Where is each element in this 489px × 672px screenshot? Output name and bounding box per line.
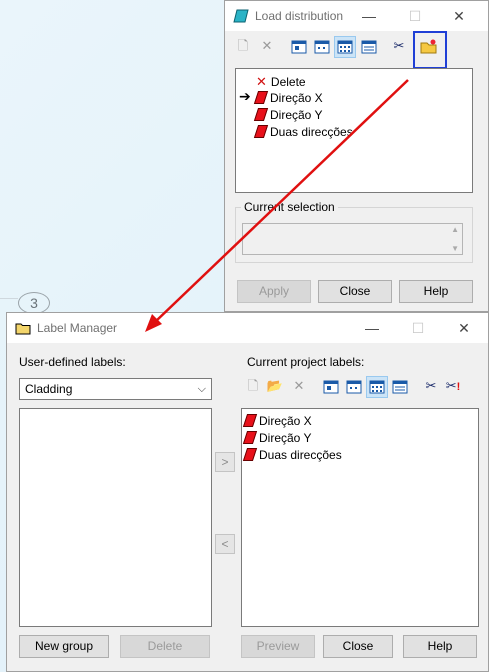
list-item-direcao-x[interactable]: Direção X — [242, 413, 312, 430]
project-labels-list[interactable]: Direção X Direção Y Duas direcções — [241, 408, 479, 627]
list-item-delete[interactable]: ✕ Delete — [256, 73, 306, 90]
user-labels-list[interactable] — [19, 408, 212, 627]
current-project-labels-heading: Current project labels: — [247, 355, 365, 369]
maximize-button[interactable]: ☐ — [395, 313, 441, 343]
cut-icon[interactable]: ✂ — [421, 376, 441, 396]
background-line — [0, 298, 18, 299]
new-doc-icon[interactable]: 🗋 — [233, 36, 253, 56]
list-item-label: Direção Y — [270, 108, 323, 122]
close-button[interactable]: Close — [323, 635, 393, 658]
group-select[interactable]: Cladding ⌵ — [19, 378, 212, 400]
cut-icon[interactable]: ✂ — [389, 36, 409, 56]
eraser-icon — [233, 9, 249, 23]
highlight-box — [413, 31, 447, 69]
cut-special-icon[interactable]: ✂! — [443, 376, 463, 396]
delete-button[interactable]: Delete — [120, 635, 210, 658]
window-title: Load distribution — [255, 9, 344, 23]
title-bar: Label Manager — ☐ ✕ — [7, 313, 488, 343]
red-tag-icon — [242, 431, 258, 444]
move-right-button[interactable]: > — [215, 452, 235, 472]
minimize-button[interactable]: — — [346, 1, 392, 31]
red-tag-icon — [242, 448, 258, 461]
load-distribution-window: Load distribution — ☐ ✕ 🗋 ✕ ✂ ✕ Delete ➔ … — [224, 0, 489, 312]
view-grid-icon — [337, 40, 353, 54]
close-window-button[interactable]: ✕ — [441, 313, 487, 343]
red-tag-icon — [253, 108, 269, 121]
current-selection-label: Current selection — [241, 200, 338, 214]
minimize-button[interactable]: — — [349, 313, 395, 343]
list-item-label: Direção X — [270, 91, 323, 105]
red-x-icon: ✕ — [256, 74, 267, 89]
folder-icon — [15, 323, 31, 335]
red-tag-icon — [242, 414, 258, 427]
list-item-label: Direção Y — [259, 431, 312, 445]
list-item-duas-direccoes[interactable]: Duas direcções — [253, 124, 353, 141]
red-tag-icon — [253, 125, 269, 138]
delete-x-icon[interactable]: ✕ — [289, 376, 309, 396]
move-left-button[interactable]: < — [215, 534, 235, 554]
list-item-duas-direccoes[interactable]: Duas direcções — [242, 447, 342, 464]
list-item-label: Duas direcções — [270, 125, 353, 139]
current-selection-field[interactable]: ▲ ▼ — [242, 223, 463, 255]
scroll-down-icon[interactable]: ▼ — [451, 244, 459, 253]
label-manager-window: Label Manager — ☐ ✕ User-defined labels:… — [6, 312, 489, 672]
list-item-direcao-x[interactable]: Direção X — [253, 90, 323, 107]
new-doc-icon[interactable]: 🗋 — [243, 376, 263, 396]
view-grid-button[interactable] — [334, 36, 356, 58]
background-marker: 3 — [18, 292, 50, 314]
apply-button[interactable]: Apply — [237, 280, 311, 303]
close-button[interactable]: Close — [318, 280, 392, 303]
list-item-label: Delete — [270, 75, 306, 89]
red-tag-icon — [253, 91, 269, 104]
current-arrow-icon: ➔ — [239, 88, 251, 104]
label-list[interactable]: ✕ Delete ➔ Direção X Direção Y Duas direc… — [235, 68, 473, 193]
help-button[interactable]: Help — [399, 280, 473, 303]
group-select-value: Cladding — [25, 382, 73, 396]
user-defined-labels-heading: User-defined labels: — [19, 355, 126, 369]
scroll-up-icon[interactable]: ▲ — [451, 225, 459, 234]
view-small-icon[interactable] — [344, 377, 364, 397]
chevron-down-icon: ⌵ — [197, 383, 206, 395]
open-folder-icon[interactable]: 📂 — [265, 376, 285, 396]
view-grid-button[interactable] — [366, 376, 388, 398]
view-large-icon[interactable] — [321, 377, 341, 397]
view-large-icon[interactable] — [289, 37, 309, 57]
list-item-label: Duas direcções — [259, 448, 342, 462]
window-title: Label Manager — [37, 321, 118, 335]
preview-button[interactable]: Preview — [241, 635, 315, 658]
view-grid-icon — [369, 380, 385, 394]
view-details-icon[interactable] — [359, 37, 379, 57]
list-item-direcao-y[interactable]: Direção Y — [242, 430, 312, 447]
list-item-direcao-y[interactable]: Direção Y — [253, 107, 323, 124]
delete-x-icon[interactable]: ✕ — [257, 36, 277, 56]
maximize-button[interactable]: ☐ — [392, 1, 438, 31]
help-button[interactable]: Help — [403, 635, 477, 658]
view-small-icon[interactable] — [312, 37, 332, 57]
view-details-icon[interactable] — [390, 377, 410, 397]
list-item-label: Direção X — [259, 414, 312, 428]
new-group-button[interactable]: New group — [19, 635, 109, 658]
title-bar: Load distribution — ☐ ✕ — [225, 1, 488, 31]
close-window-button[interactable]: ✕ — [436, 1, 482, 31]
